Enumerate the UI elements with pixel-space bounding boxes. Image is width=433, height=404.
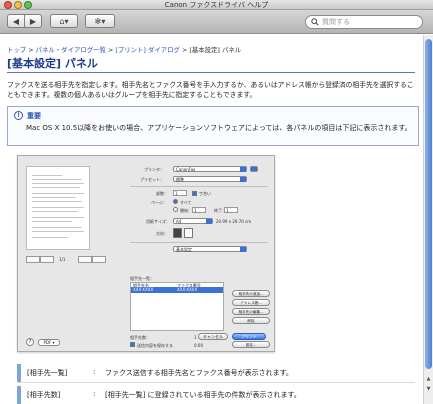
recipient-count-label: 相手先数： [130, 335, 150, 340]
paper-size-label: 用紙サイズ： [146, 219, 170, 224]
page-preview [26, 166, 90, 250]
title-divider [7, 72, 415, 73]
pages-to-field[interactable]: 1 [224, 207, 238, 213]
preview-next-button[interactable] [78, 256, 92, 263]
breadcrumb-link-panel-list[interactable]: パネル・ダイアログ一覧 [36, 46, 106, 54]
vertical-scrollbar[interactable]: ▲ ▼ [423, 35, 433, 404]
breadcrumb-separator: > [107, 46, 114, 54]
preview-page-number: 1/1 [59, 257, 66, 262]
address-book-button[interactable]: アドレス帳... [232, 299, 270, 306]
breadcrumb-link-top[interactable]: トップ [7, 46, 26, 54]
forward-button[interactable]: ▶ [24, 14, 42, 28]
dialog-separator [130, 242, 268, 243]
description-row: [相手先数] : [相手先一覧] に登録されている相手先の件数が表示されます。 [17, 385, 415, 404]
important-note: ! 重要 Mac OS X 10.5以降をお使いの場合、アプリケーションソフトウ… [7, 106, 419, 146]
preset-label: プリセット： [140, 177, 164, 182]
add-recipient-button[interactable]: 相手先の追加... [232, 290, 270, 297]
back-arrow-icon: ◀ [12, 16, 20, 26]
description-term: [相手先一覧] [27, 369, 68, 377]
breadcrumb-separator: > [181, 46, 188, 54]
orientation-label: 方向： [156, 231, 168, 236]
breadcrumb: トップ > パネル・ダイアログ一覧 > [プリント] ダイアログ > [基本設定… [7, 45, 241, 54]
recipient-list[interactable]: XXX-XXXX XXX-XXXX [130, 287, 224, 331]
paper-size-value: A4 [176, 219, 182, 224]
paper-dimensions: 20.99 x 29.70 cm [216, 219, 252, 224]
gear-icon: ✻▾ [94, 16, 106, 26]
breadcrumb-separator: > [28, 46, 34, 54]
row-accent [17, 386, 21, 404]
forward-arrow-icon: ▶ [29, 16, 37, 26]
row-accent [17, 364, 21, 382]
delete-recipient-button[interactable]: 削除 [232, 317, 270, 324]
breadcrumb-current: [基本設定] パネル [189, 46, 242, 54]
recipient-row[interactable]: XXX-XXXX XXX-XXXX [131, 287, 223, 293]
note-text: Mac OS X 10.5以降をお使いの場合、アプリケーションソフトウェアによっ… [26, 124, 412, 132]
breadcrumb-link-print-dialog[interactable]: [プリント] ダイアログ [115, 46, 180, 54]
search-field[interactable]: 質問する [305, 15, 423, 29]
orientation-portrait-button[interactable] [173, 228, 182, 238]
collate-checkbox[interactable] [192, 191, 197, 196]
pages-all-radio[interactable] [173, 199, 178, 204]
recipient-count-value: 1 [194, 335, 197, 340]
toolbar: ◀ ▶ ⌂▾ ✻▾ 質問する [0, 10, 433, 34]
description-text: ファクス送信する相手先名とファクス番号が表示されます。 [105, 369, 293, 377]
preview-prev-button[interactable] [40, 256, 54, 263]
preset-value: 標準 [176, 177, 184, 182]
action-menu-button[interactable]: ✻▾ [85, 14, 115, 28]
pages-label: ページ： [151, 200, 167, 205]
search-placeholder: 質問する [322, 18, 350, 26]
edit-recipient-button[interactable]: 相手先の編集... [232, 308, 270, 315]
orientation-landscape-button[interactable] [184, 228, 193, 238]
home-icon: ⌂▾ [59, 16, 69, 26]
recipient-fax: XXX-XXXX [177, 287, 198, 292]
printer-value: CanonFax [176, 167, 196, 172]
panel-select-value: 基本設定 [176, 247, 192, 252]
print-dialog-screenshot: 1/1 プリンタ： CanonFax プリセット： 標準 部数： 1 丁合い ペ… [17, 155, 275, 352]
save-transmission-label: 送信内容を保存する [137, 343, 173, 348]
preview-last-button[interactable] [92, 256, 106, 263]
cancel-button[interactable]: キャンセル [198, 333, 228, 340]
home-button[interactable]: ⌂▾ [50, 14, 78, 28]
scrollbar-thumb[interactable] [425, 39, 432, 369]
save-transmission-checkbox[interactable] [130, 342, 135, 347]
printer-select[interactable]: CanonFax [173, 166, 247, 172]
dialog-separator [130, 186, 268, 187]
scroll-down-icon[interactable]: ▼ [425, 385, 432, 393]
description-text: [相手先一覧] に登録されている相手先の件数が表示されます。 [105, 391, 301, 399]
pages-all-label: すべて [180, 200, 192, 205]
preview-navigation: 1/1 [26, 256, 126, 266]
copies-label: 部数： [156, 191, 168, 196]
paper-size-select[interactable]: A4 [173, 218, 213, 224]
print-button[interactable]: プリント [232, 333, 266, 340]
pages-from-label: 開始： [180, 208, 192, 213]
printer-label: プリンタ： [144, 167, 164, 172]
description-colon: : [93, 368, 96, 376]
description-row: [相手先一覧] : ファクス送信する相手先名とファクス番号が表示されます。 [17, 363, 415, 383]
expand-dialog-button[interactable] [250, 166, 258, 172]
collate-label: 丁合い [199, 191, 211, 196]
description-term: [相手先数] [27, 391, 61, 399]
important-icon: ! [14, 111, 23, 120]
page-title: [基本設定] パネル [7, 57, 98, 70]
help-button[interactable]: ? [26, 338, 34, 346]
note-title: 重要 [27, 112, 41, 120]
help-content: トップ > パネル・ダイアログ一覧 > [プリント] ダイアログ > [基本設定… [0, 35, 423, 404]
pages-from-field[interactable]: 1 [192, 207, 206, 213]
window-title: Canon ファクスドライバ ヘルプ [164, 1, 269, 9]
time-value: 0:00 [194, 343, 203, 348]
scroll-up-icon[interactable]: ▲ [425, 375, 432, 383]
panel-select[interactable]: 基本設定 [173, 246, 247, 252]
pdf-menu-button[interactable]: PDF ▾ [38, 339, 60, 346]
intro-text: ファクスを送る相手先を指定します。相手先名とファクス番号を手入力するか、あるいは… [7, 81, 414, 99]
copies-field[interactable]: 1 [173, 190, 187, 196]
recipient-name: XXX-XXXX [133, 287, 154, 292]
preview-first-button[interactable] [26, 256, 40, 263]
search-icon [311, 18, 319, 26]
description-colon: : [93, 390, 96, 398]
preset-select[interactable]: 標準 [173, 176, 247, 182]
settings-button[interactable]: 設定... [232, 341, 270, 348]
title-bar: Canon ファクスドライバ ヘルプ [0, 0, 433, 10]
pages-range-radio[interactable] [173, 207, 178, 212]
back-button[interactable]: ◀ [7, 14, 25, 28]
